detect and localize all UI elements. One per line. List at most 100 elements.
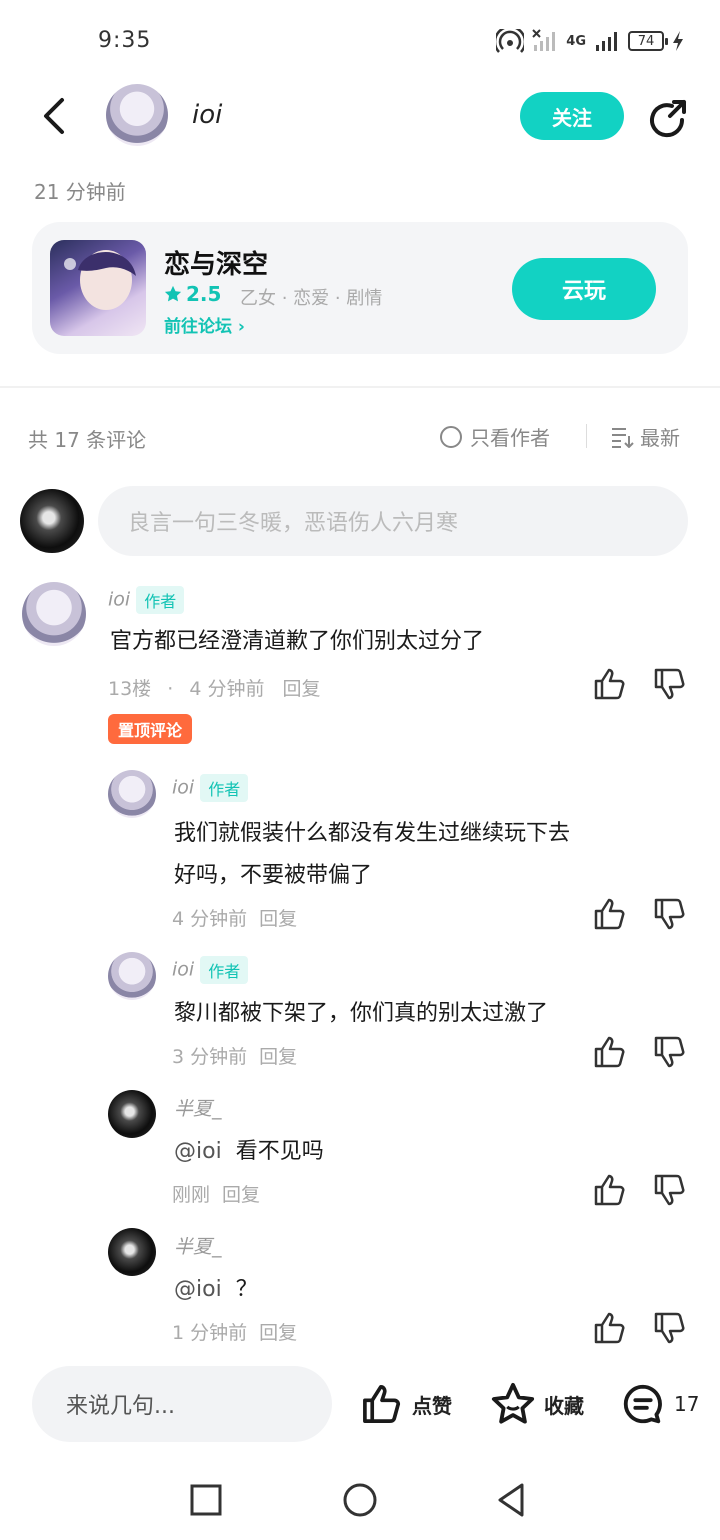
commenter-name-text: ioi [108,588,131,611]
reply-text-body: 看不见吗 [235,1139,324,1164]
divider [586,424,587,448]
game-tags: 乙女 · 恋爱 · 剧情 [240,288,383,309]
game-cover-art [64,250,136,310]
reply-name[interactable]: 半夏_ [174,1094,222,1121]
reply-time: 3 分钟前 [172,1046,248,1068]
game-cover-image[interactable] [50,240,146,336]
thumbs-up-icon[interactable] [592,666,628,702]
thumbs-up-icon [363,1385,401,1423]
reply-time: 刚刚 [172,1184,211,1206]
comment-count-badge: 17 [674,1392,700,1416]
battery-icon: 74 [628,31,668,51]
reply-name[interactable]: ioi 作者 [172,956,249,984]
like-label: 点赞 [412,1393,452,1418]
cloud-play-button[interactable]: 云玩 [512,258,656,320]
comment-meta: 13楼 · 4 分钟前 回复 [108,674,321,701]
sort-icon [612,427,634,448]
comment-input[interactable]: 良言一句三冬暖，恶语伤人六月寒 [98,486,688,556]
reply-name-text: ioi [172,776,195,799]
reply-text: 黎川都被下架了，你们真的别太过激了 [174,1001,549,1026]
reply-text-body: ？ [235,1277,258,1302]
comment-text: 官方都已经澄清道歉了你们别太过分了 [110,629,485,654]
post-time: 21 分钟前 [34,180,126,204]
star-icon [491,1382,535,1424]
bottom-comment-input[interactable]: 来说几句... [32,1366,332,1442]
reply-avatar[interactable] [108,770,156,818]
radio-icon [440,425,462,448]
game-rating-value: 2.5 [186,282,222,306]
thumbs-up-icon[interactable] [592,1034,628,1070]
reply-time: 1 分钟前 [172,1322,248,1344]
comment-floor: 13楼 [108,678,152,700]
signal-icon [596,32,617,51]
reply-text: 我们就假装什么都没有发生过继续玩下去 [174,821,571,846]
charging-icon [673,31,683,51]
reply-name[interactable]: 半夏_ [174,1232,222,1259]
commenter-avatar[interactable] [22,582,86,646]
thumbs-up-icon[interactable] [592,1172,628,1208]
author-avatar[interactable] [106,84,168,146]
battery-level: 74 [637,33,655,49]
back-arrow-icon[interactable] [36,92,76,140]
mention[interactable]: @ioi [174,1277,222,1302]
recent-apps-icon[interactable] [186,1480,226,1520]
reply-button[interactable]: 回复 [259,908,297,930]
sort-toggle[interactable]: 最新 [610,422,680,451]
status-icons: 4G 74 [496,26,684,56]
home-icon[interactable] [340,1480,380,1520]
reply-avatar[interactable] [108,952,156,1000]
reply-text: @ioi 看不见吗 [174,1132,324,1172]
thumbs-down-icon[interactable] [652,1310,688,1346]
meta-dot: · [167,678,174,700]
share-icon[interactable] [646,96,690,140]
author-tag: 作者 [200,774,249,802]
reply-meta: 4 分钟前 回复 [172,904,297,931]
reply-avatar[interactable] [108,1090,156,1138]
star-icon [164,285,182,302]
thumbs-down-icon[interactable] [652,666,688,702]
hotspot-icon [496,29,525,53]
forum-link[interactable]: 前往论坛 › [164,312,245,337]
reply-avatar[interactable] [108,1228,156,1276]
commenter-name[interactable]: ioi 作者 [108,586,185,614]
signal-off-icon [532,29,556,51]
reply-meta: 3 分钟前 回复 [172,1042,297,1069]
section-divider [0,386,720,388]
status-time: 9:35 [98,28,152,53]
thumbs-down-icon[interactable] [652,896,688,932]
mention[interactable]: @ioi [174,1139,222,1164]
author-tag: 作者 [136,586,185,614]
favorite-label: 收藏 [544,1393,584,1418]
reply-text: 好吗，不要被带偏了 [174,863,373,888]
comment-count: 共 17 条评论 [28,428,147,452]
reply-meta: 1 分钟前 回复 [172,1318,297,1345]
reply-name[interactable]: ioi 作者 [172,774,249,802]
comment-bubble-icon [623,1384,662,1424]
author-only-label: 只看作者 [470,426,550,450]
reply-button[interactable]: 回复 [259,1046,297,1068]
game-rating: 2.5 [164,282,221,306]
sort-label: 最新 [640,426,680,450]
comment-time: 4 分钟前 [189,678,265,700]
my-avatar [20,489,84,553]
reply-button[interactable]: 回复 [222,1184,260,1206]
reply-button[interactable]: 回复 [259,1322,297,1344]
author-only-toggle[interactable]: 只看作者 [440,422,550,451]
game-name[interactable]: 恋与深空 [164,244,268,281]
thumbs-up-icon[interactable] [592,1310,628,1346]
author-tag: 作者 [200,956,249,984]
thumbs-down-icon[interactable] [652,1034,688,1070]
follow-button[interactable]: 关注 [520,92,624,140]
pinned-comment-tag: 置顶评论 [108,714,193,744]
reply-meta: 刚刚 回复 [172,1180,260,1207]
thumbs-up-icon[interactable] [592,896,628,932]
reply-name-text: ioi [172,958,195,981]
thumbs-down-icon[interactable] [652,1172,688,1208]
author-name[interactable]: ioi [192,100,222,130]
forum-link-label: 前往论坛 [164,317,232,337]
like-button[interactable]: 点赞 [360,1380,452,1428]
comments-button[interactable]: 17 [620,1380,699,1428]
favorite-button[interactable]: 收藏 [490,1380,584,1428]
back-triangle-icon[interactable] [492,1480,532,1520]
reply-button[interactable]: 回复 [283,678,321,700]
